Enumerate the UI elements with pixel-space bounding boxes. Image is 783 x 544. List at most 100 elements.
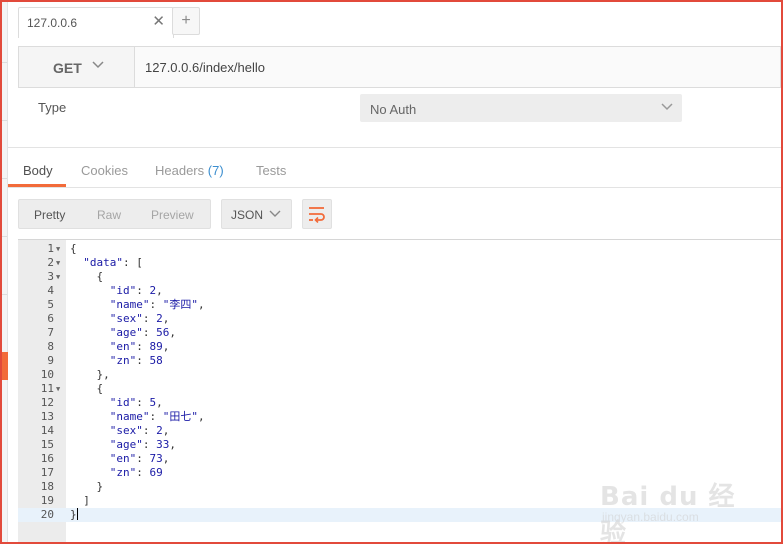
code-text: "name": "李四",	[109, 298, 205, 311]
sidebar-divider	[2, 236, 7, 237]
format-select[interactable]: JSON	[221, 199, 292, 229]
code-text: "zn": 58	[109, 354, 163, 367]
method-select[interactable]: GET	[19, 47, 135, 87]
code-text: {	[70, 242, 77, 255]
line-number: 4	[47, 284, 54, 297]
code-text: "id": 5,	[109, 396, 163, 409]
sidebar-edge	[2, 2, 8, 542]
code-text: ]	[70, 494, 90, 507]
text-cursor	[76, 508, 78, 520]
pretty-button[interactable]: Pretty	[34, 208, 65, 222]
request-tab-title: 127.0.0.6	[27, 16, 78, 30]
chevron-down-icon	[661, 103, 673, 111]
code-text: "name": "田七",	[109, 410, 205, 423]
code-text: {	[70, 270, 104, 283]
raw-button[interactable]: Raw	[97, 208, 121, 222]
sidebar-divider	[2, 62, 7, 63]
method-label: GET	[53, 60, 82, 76]
line-number: 18	[40, 480, 54, 493]
code-line: 2 ▼ "data": [	[18, 256, 781, 270]
sidebar-active-indicator	[2, 352, 8, 380]
fold-toggle-icon[interactable]: ▼	[56, 242, 60, 256]
auth-type-value: No Auth	[370, 102, 417, 117]
plus-icon: +	[181, 12, 191, 29]
line-number: 19	[40, 494, 54, 507]
code-line: 10 },	[18, 368, 781, 382]
code-line: 8 "en": 89,	[18, 340, 781, 354]
line-number: 2	[47, 256, 54, 269]
code-text: }	[70, 508, 78, 521]
code-line: 15 "age": 33,	[18, 438, 781, 452]
section-divider	[8, 147, 781, 148]
sidebar-divider	[2, 120, 7, 121]
fold-toggle-icon[interactable]: ▼	[56, 382, 60, 396]
tab-tests[interactable]: Tests	[256, 163, 286, 178]
code-text: "sex": 2,	[109, 424, 170, 437]
watermark-site: jingyan.baidu.com	[602, 510, 699, 524]
line-number: 17	[40, 466, 54, 479]
request-url-bar: GET 127.0.0.6/index/hello	[18, 46, 781, 88]
sidebar-divider	[2, 294, 7, 295]
preview-button[interactable]: Preview	[151, 208, 194, 222]
code-line: 11 ▼ {	[18, 382, 781, 396]
line-number: 20	[40, 508, 54, 521]
view-mode-group: Pretty Raw Preview	[18, 199, 211, 229]
line-number: 14	[40, 424, 54, 437]
request-tab[interactable]: 127.0.0.6 ✕	[18, 7, 174, 38]
auth-type-label: Type	[38, 100, 67, 115]
auth-type-select[interactable]: No Auth	[360, 94, 682, 122]
watermark: Bai du 经验 jingyan.baidu.com	[600, 460, 750, 544]
active-tab-underline	[8, 184, 66, 187]
line-number: 9	[47, 354, 54, 367]
tab-cookies[interactable]: Cookies	[81, 163, 128, 178]
code-text: "en": 73,	[109, 452, 170, 465]
code-text: "data": [	[83, 256, 143, 269]
fold-toggle-icon[interactable]: ▼	[56, 270, 60, 284]
new-tab-button[interactable]: +	[172, 7, 200, 35]
code-line: 9 "zn": 58	[18, 354, 781, 368]
code-line: 13 "name": "田七",	[18, 410, 781, 424]
code-text: "age": 33,	[109, 438, 176, 451]
code-text: "en": 89,	[109, 340, 170, 353]
code-text: "id": 2,	[109, 284, 163, 297]
line-number: 11	[40, 382, 54, 395]
line-number: 5	[47, 298, 54, 311]
code-line: 12 "id": 5,	[18, 396, 781, 410]
line-number: 7	[47, 326, 54, 339]
line-number: 12	[40, 396, 54, 409]
line-number: 16	[40, 452, 54, 465]
code-line: 4 "id": 2,	[18, 284, 781, 298]
response-tabs: Body Cookies Headers (7) Tests	[8, 150, 781, 188]
line-number: 6	[47, 312, 54, 325]
wrap-lines-icon	[309, 207, 325, 223]
request-tab-bar: 127.0.0.6 ✕ +	[8, 2, 781, 38]
tab-headers[interactable]: Headers (7)	[155, 163, 224, 178]
fold-toggle-icon[interactable]: ▼	[56, 256, 60, 270]
line-number: 3	[47, 270, 54, 283]
code-text: "zn": 69	[109, 466, 163, 479]
line-number: 13	[40, 410, 54, 423]
code-text: }	[70, 480, 104, 493]
code-text: "sex": 2,	[109, 312, 170, 325]
auth-section: Type No Auth	[18, 92, 781, 146]
chevron-down-icon	[92, 61, 104, 69]
tab-body[interactable]: Body	[23, 163, 53, 178]
line-number: 1	[47, 242, 54, 255]
line-number: 10	[40, 368, 54, 381]
line-number: 15	[40, 438, 54, 451]
code-line: 6 "sex": 2,	[18, 312, 781, 326]
close-icon[interactable]: ✕	[152, 14, 165, 30]
sidebar-divider	[2, 178, 7, 179]
url-input[interactable]: 127.0.0.6/index/hello	[145, 60, 265, 75]
line-number: 8	[47, 340, 54, 353]
chevron-down-icon	[269, 210, 281, 217]
format-value: JSON	[231, 208, 264, 222]
wrap-lines-button[interactable]	[302, 199, 332, 229]
code-line: 14 "sex": 2,	[18, 424, 781, 438]
headers-count-badge: (7)	[207, 163, 224, 178]
code-line: 3 ▼ {	[18, 270, 781, 284]
code-line: 5 "name": "李四",	[18, 298, 781, 312]
code-line: 7 "age": 56,	[18, 326, 781, 340]
code-text: },	[70, 368, 110, 381]
code-text: "age": 56,	[109, 326, 176, 339]
